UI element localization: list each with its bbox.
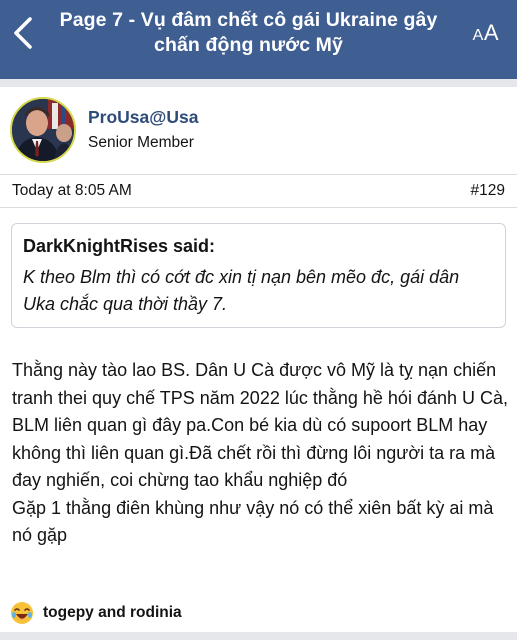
post-author-block: ProUsa@Usa Senior Member [0, 87, 517, 174]
author-username[interactable]: ProUsa@Usa [88, 107, 198, 128]
font-size-button[interactable]: AA [473, 21, 499, 48]
reaction-users[interactable]: togepy and rodinia [43, 604, 182, 622]
font-size-small-label: A [472, 27, 484, 44]
avatar-image [12, 99, 74, 161]
section-divider [0, 79, 517, 87]
haha-laughing-emoji-icon [11, 602, 33, 624]
quote-text: K theo Blm thì có cớt đc xin tị nạn bên … [23, 267, 460, 314]
chevron-left-icon [14, 17, 32, 49]
post-timestamp[interactable]: Today at 8:05 AM [12, 182, 132, 200]
font-size-large-label: A [483, 20, 499, 45]
thread-title: Page 7 - Vụ đâm chết cô gái Ukraine gây … [59, 9, 438, 56]
quote-block[interactable]: DarkKnightRises said: K theo Blm thì có … [11, 223, 506, 328]
post-number-link[interactable]: #129 [471, 182, 505, 200]
top-navigation-bar: Page 7 - Vụ đâm chết cô gái Ukraine gây … [0, 0, 517, 79]
author-title: Senior Member [88, 134, 194, 151]
post-paragraph: Thằng này tào lao BS. Dân U Cà được vô M… [12, 360, 508, 490]
post-body: Thằng này tào lao BS. Dân U Cà được vô M… [12, 357, 510, 550]
back-button[interactable] [6, 14, 40, 52]
reactions-bar[interactable]: togepy and rodinia [10, 600, 182, 626]
quote-author[interactable]: DarkKnightRises said: [23, 236, 215, 257]
post-meta-row: Today at 8:05 AM #129 [0, 174, 517, 208]
section-divider [0, 632, 517, 640]
post-paragraph: Gặp 1 thằng điên khùng như vậy nó có thể… [12, 497, 494, 546]
avatar[interactable] [10, 97, 76, 163]
